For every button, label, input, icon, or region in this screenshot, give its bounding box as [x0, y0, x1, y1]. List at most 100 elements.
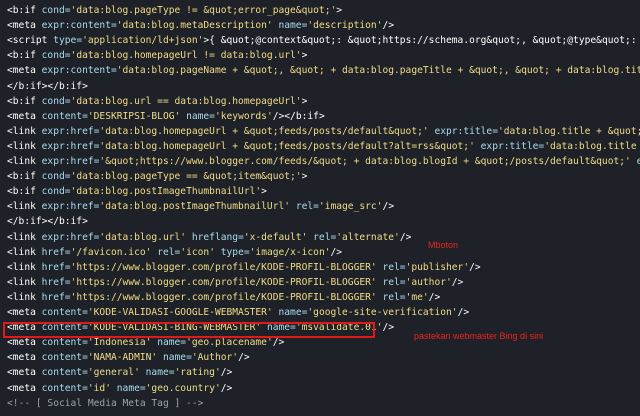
code-token: />: [457, 307, 470, 318]
code-token: <link: [7, 231, 42, 243]
code-token: <meta: [7, 382, 42, 394]
code-token: 'me': [405, 291, 429, 303]
code-token: <!-- [ Social Media Meta Tag ] -->: [7, 397, 204, 409]
code-token: expr:href=: [41, 125, 100, 137]
code-token: hreflang=: [191, 231, 244, 243]
code-token: name=: [162, 352, 192, 364]
code-token: <b:if: [7, 171, 42, 183]
code-token: cond=: [41, 95, 71, 107]
code-token: expr:title=: [636, 156, 640, 167]
code-token: cond=: [41, 171, 71, 183]
code-token: 'KODE-VALIDASI-GOOGLE-WEBMASTER': [87, 307, 273, 318]
code-token: cond=: [41, 5, 71, 16]
code-token: rel=: [313, 231, 337, 243]
code-line: <link expr:href='data:blog.homepageUrl +…: [7, 125, 640, 139]
annotation-text: pastekan webmaster Bing di sini: [414, 331, 544, 341]
code-token: rel=: [157, 246, 181, 258]
code-token: <link: [7, 261, 42, 273]
code-line: <b:if cond='data:blog.pageType != &quot;…: [7, 4, 640, 18]
code-line: <meta content='NAMA-ADMIN' name='Author'…: [7, 351, 640, 365]
code-token: expr:href=: [41, 140, 100, 152]
code-line: <link href='https://www.blogger.com/prof…: [7, 276, 640, 290]
code-line: <meta content='Indonesia' name='geo.plac…: [7, 336, 640, 350]
code-token: <meta: [7, 337, 42, 349]
code-token: 'icon': [180, 246, 215, 258]
code-token: 'KODE-VALIDASI-BING-WEBMASTER': [87, 322, 262, 334]
code-token: href=: [41, 246, 71, 258]
code-line: <b:if cond='data:blog.pageType == &quot;…: [7, 170, 640, 184]
code-token: />: [469, 261, 481, 273]
code-token: >: [301, 171, 308, 183]
code-line: <script type='application/ld+json'>{ &qu…: [7, 34, 640, 48]
code-token: 'id': [87, 382, 111, 394]
code-token: <b:if: [7, 5, 42, 16]
code-token: <meta: [7, 20, 42, 32]
code-token: >: [301, 50, 308, 62]
code-editor[interactable]: <b:if cond='data:blog.pageType != &quot;…: [0, 0, 640, 416]
code-token: <link: [7, 246, 42, 258]
code-token: <meta: [7, 322, 42, 334]
code-token: '/favicon.ico': [70, 246, 152, 258]
code-token: 'publisher': [405, 261, 470, 273]
code-line: <link href='/favicon.ico' rel='icon' typ…: [7, 246, 640, 260]
code-token: 'google-site-verification': [307, 307, 458, 318]
code-token: />: [399, 231, 412, 243]
code-token: name=: [186, 110, 215, 122]
code-token: expr:title=: [434, 125, 498, 137]
code-token: 'data:blog.homepageUrl != data:blog.url': [70, 50, 302, 62]
code-token: 'data:blog.url == data:blog.homepageUrl': [70, 95, 302, 107]
code-token: </b:if></b:if>: [7, 216, 88, 228]
code-token: />: [220, 382, 233, 394]
code-token: content=: [41, 337, 88, 349]
code-token: />: [382, 322, 395, 334]
code-token: 'data:blog.postImageThumbnailUrl': [99, 201, 291, 213]
code-line: <link expr:href='data:blog.homepageUrl +…: [7, 140, 640, 154]
code-line: <link expr:href='data:blog.postImageThum…: [7, 200, 640, 214]
code-token: '&quot;https://www.blogger.com/feeds/&qu…: [99, 156, 631, 167]
code-token: name=: [157, 337, 187, 349]
code-token: rel=: [295, 201, 319, 213]
code-token: 'general': [87, 367, 140, 379]
code-token: 'data:blog.title + &quot; - Atom&quot;': [497, 125, 640, 137]
code-token: content=: [41, 352, 88, 364]
code-token: expr:href=: [41, 201, 100, 213]
code-token: expr:href=: [41, 231, 100, 243]
code-token: <b:if: [7, 186, 42, 198]
code-token: <link: [7, 140, 42, 152]
code-token: type=: [220, 246, 250, 258]
code-token: 'image_src': [318, 201, 383, 213]
code-line: <meta content='id' name='geo.country'/>: [7, 382, 640, 396]
code-line: <meta expr:content='data:blog.metaDescri…: [7, 19, 640, 33]
code-token: <link: [7, 125, 42, 137]
code-token: content=: [41, 307, 88, 318]
code-token: >: [261, 186, 267, 198]
code-token: <meta: [7, 65, 42, 77]
code-token: <b:if: [7, 50, 42, 62]
code-line: <link expr:href='&quot;https://www.blogg…: [7, 155, 640, 169]
code-token: 'data:blog.title + &quot; - RSS&quot;': [544, 140, 637, 152]
code-line: </b:if></b:if>: [7, 80, 640, 94]
code-token: <link: [7, 276, 42, 288]
code-token: 'Author': [191, 352, 239, 364]
code-token: name=: [116, 382, 146, 394]
code-token: name=: [266, 322, 296, 334]
code-token: content=: [41, 110, 88, 122]
code-token: 'author': [405, 276, 452, 288]
code-token: />: [428, 291, 441, 303]
author-watermark: Mboton: [428, 240, 459, 250]
code-token: name=: [145, 367, 175, 379]
code-line: <meta content='KODE-VALIDASI-GOOGLE-WEBM…: [7, 306, 640, 320]
code-token: expr:content=: [41, 20, 117, 32]
code-token: 'data:blog.pageType == &quot;item&quot;': [70, 171, 302, 183]
code-token: />: [451, 276, 464, 288]
code-token: />: [272, 337, 285, 349]
code-token: 'https://www.blogger.com/profile/KODE-PR…: [70, 261, 377, 273]
code-line: <b:if cond='data:blog.url == data:blog.h…: [7, 95, 640, 109]
code-token: <script: [7, 35, 54, 47]
code-line: <meta content='KODE-VALIDASI-BING-WEBMAS…: [7, 321, 640, 335]
code-token: <meta: [7, 352, 42, 364]
code-token: 'Indonesia': [87, 337, 152, 349]
code-token: 'https://www.blogger.com/profile/KODE-PR…: [70, 291, 377, 303]
code-token: expr:title=: [480, 140, 545, 152]
code-token: 'geo.placename': [186, 337, 273, 349]
